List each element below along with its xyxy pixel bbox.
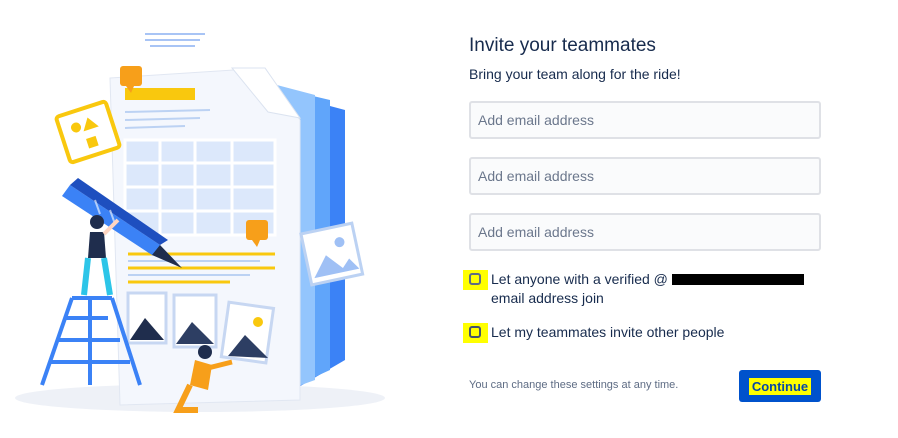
verified-domain-option: Let anyone with a verified @ email addre… bbox=[463, 270, 804, 308]
email-field-3[interactable] bbox=[469, 213, 821, 251]
page-subtitle: Bring your team along for the ride! bbox=[469, 66, 681, 82]
teammates-invite-option: Let my teammates invite other people bbox=[463, 323, 724, 343]
checkbox-square-icon bbox=[469, 273, 481, 285]
redacted-domain bbox=[671, 273, 804, 285]
email-field-1[interactable] bbox=[469, 101, 821, 139]
invite-form: Invite your teammates Bring your team al… bbox=[463, 0, 829, 433]
person-on-ladder bbox=[81, 215, 120, 296]
email-field-2[interactable] bbox=[469, 157, 821, 195]
verified-domain-label: Let anyone with a verified @ email addre… bbox=[491, 270, 804, 308]
photo-frame-icon bbox=[299, 221, 365, 287]
speed-lines bbox=[145, 33, 205, 47]
continue-button[interactable]: Continue bbox=[739, 370, 821, 402]
settings-hint: You can change these settings at any tim… bbox=[469, 379, 679, 391]
teammates-invite-label: Let my teammates invite other people bbox=[491, 324, 725, 340]
checkbox-square-icon bbox=[469, 326, 481, 338]
verified-domain-checkbox[interactable] bbox=[463, 270, 488, 290]
page-title: Invite your teammates bbox=[469, 35, 656, 56]
continue-label: Continue bbox=[748, 377, 812, 395]
team-collaboration-illustration bbox=[0, 0, 440, 433]
teammates-invite-checkbox[interactable] bbox=[463, 323, 488, 343]
